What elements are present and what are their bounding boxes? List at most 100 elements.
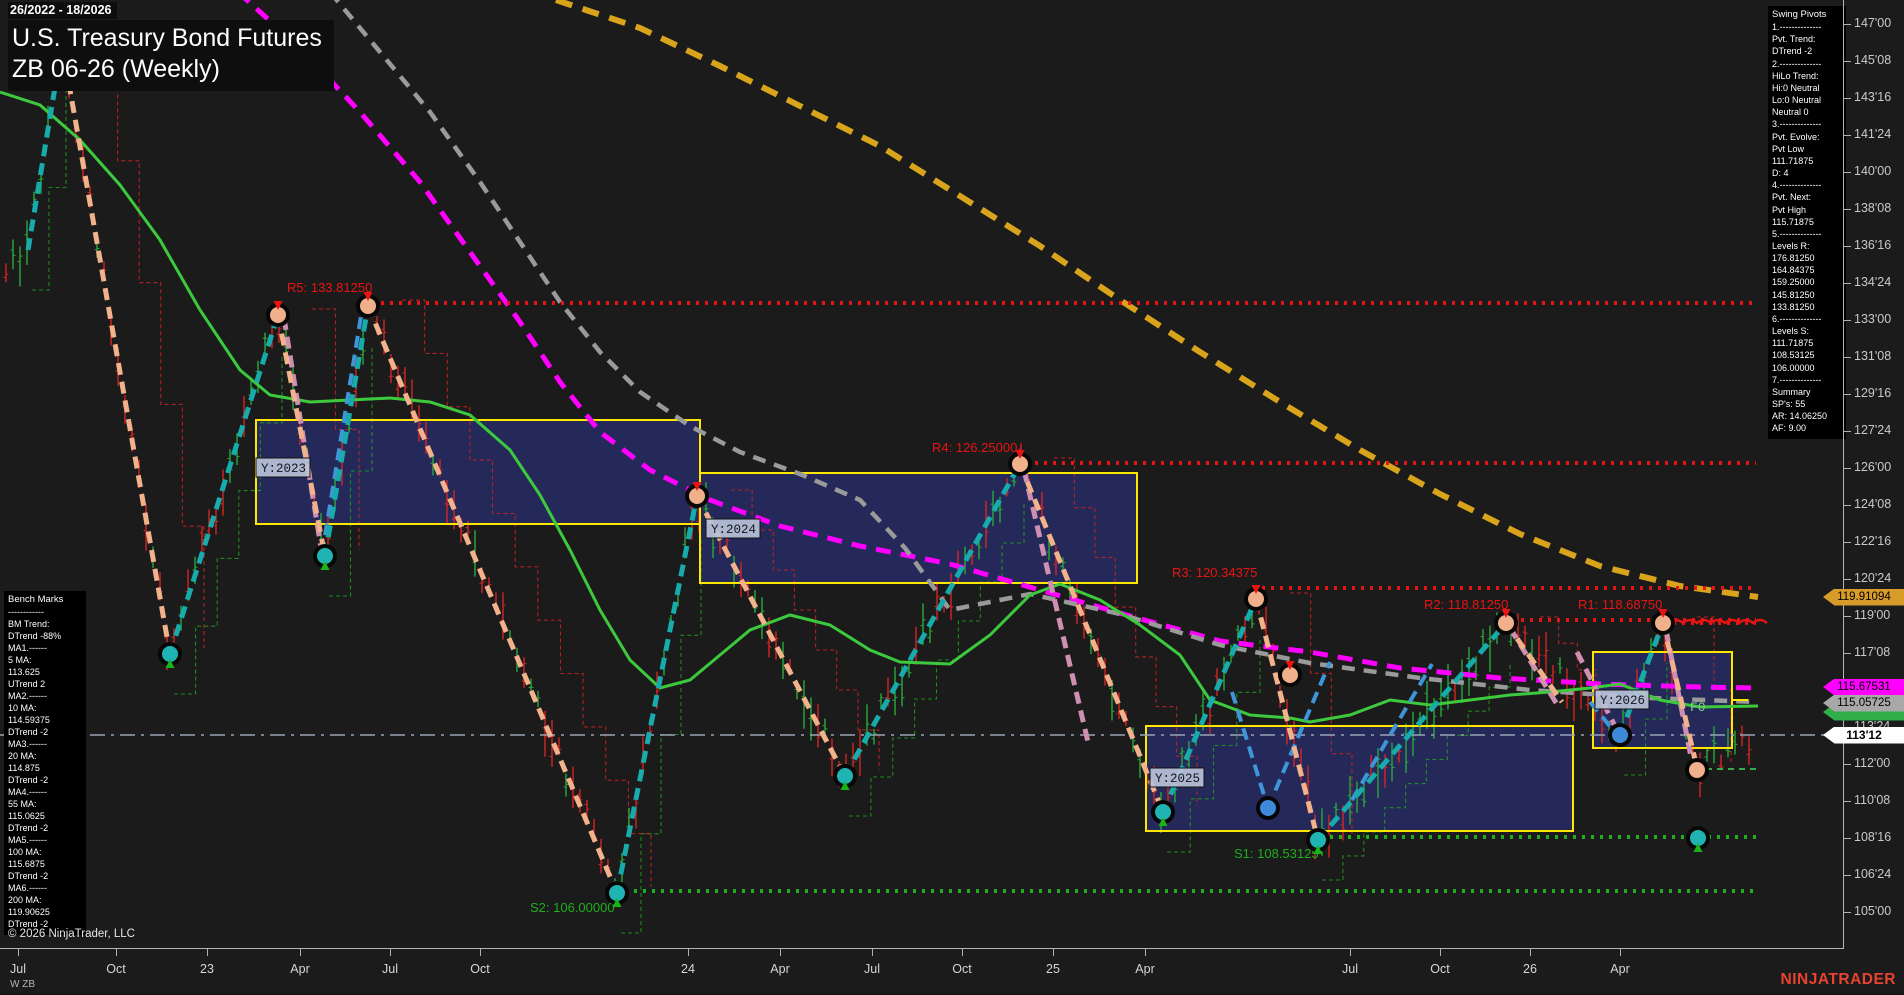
year-label: Y:2023 bbox=[261, 462, 306, 476]
price-axis-tick bbox=[1844, 246, 1851, 247]
chart-title-line1: U.S. Treasury Bond Futures bbox=[12, 23, 322, 54]
time-axis-tick bbox=[480, 949, 481, 956]
panel-line: 10 MA: bbox=[8, 702, 84, 714]
panel-line: Levels R: bbox=[1772, 240, 1844, 252]
price-marker-tag: 113'12 bbox=[1823, 727, 1904, 744]
panel-line: 3.-------------- bbox=[1772, 118, 1844, 130]
panel-line: Pvt. Trend: bbox=[1772, 33, 1844, 45]
panel-line: 111.71875 bbox=[1772, 155, 1844, 167]
price-axis-tick bbox=[1844, 209, 1851, 210]
price-axis-tick bbox=[1844, 912, 1851, 913]
chart-title-line2: ZB 06-26 (Weekly) bbox=[12, 54, 322, 85]
price-axis-label: 126'00 bbox=[1854, 460, 1891, 474]
price-axis-label: 112'00 bbox=[1854, 756, 1890, 770]
panel-line: 20 MA: bbox=[8, 750, 84, 762]
panel-line: Summary bbox=[1772, 386, 1844, 398]
bench-marks-title: Bench Marks bbox=[8, 594, 84, 606]
time-axis-tick bbox=[962, 949, 963, 956]
panel-line: 100 MA: bbox=[8, 846, 84, 858]
panel-line: ------------ bbox=[8, 606, 84, 618]
price-axis-tick bbox=[1844, 24, 1851, 25]
panel-line: 106.00000 bbox=[1772, 362, 1844, 374]
price-marker-tag: 119.91094 bbox=[1823, 589, 1904, 606]
price-axis-tick bbox=[1844, 172, 1851, 173]
price-axis-label: 106'24 bbox=[1854, 867, 1891, 881]
pivot-marker-low bbox=[833, 764, 857, 790]
level-label-S2: S2: 106.00000 bbox=[530, 900, 615, 915]
swing-pivots-panel: Swing Pivots 1.--------------Pvt. Trend:… bbox=[1768, 6, 1846, 439]
panel-line: MA3.------ bbox=[8, 738, 84, 750]
price-axis-label: 129'16 bbox=[1854, 386, 1891, 400]
time-axis-label: Apr bbox=[290, 962, 309, 976]
price-axis[interactable]: 147'00145'08143'16141'24140'00138'08136'… bbox=[1843, 0, 1904, 948]
panel-line: DTrend -2 bbox=[8, 822, 84, 834]
year-label: Y:2024 bbox=[711, 523, 756, 537]
panel-line: Pvt. Evolve: bbox=[1772, 131, 1844, 143]
time-axis-tick bbox=[1440, 949, 1441, 956]
price-axis-label: 136'16 bbox=[1854, 238, 1891, 252]
price-axis-tick bbox=[1844, 616, 1851, 617]
pivot-marker-low bbox=[313, 544, 337, 570]
panel-line: 7.-------------- bbox=[1772, 374, 1844, 386]
price-axis-label: 147'00 bbox=[1854, 16, 1891, 30]
pivot-marker-low bbox=[1686, 826, 1710, 852]
time-axis-label: Apr bbox=[1135, 962, 1154, 976]
panel-line: MA6.------ bbox=[8, 882, 84, 894]
panel-line: 176.81250 bbox=[1772, 252, 1844, 264]
panel-line: Lo:0 Neutral bbox=[1772, 94, 1844, 106]
price-axis-tick bbox=[1844, 838, 1851, 839]
panel-line: MA1.------ bbox=[8, 642, 84, 654]
zigzag-segment bbox=[62, 45, 170, 654]
time-axis-tick bbox=[300, 949, 301, 956]
price-axis-label: 124'08 bbox=[1854, 497, 1891, 511]
price-axis-tick bbox=[1844, 579, 1851, 580]
price-axis-label: 120'24 bbox=[1854, 571, 1891, 585]
time-axis-tick bbox=[688, 949, 689, 956]
time-axis-label: Jul bbox=[382, 962, 398, 976]
price-marker-tag: 115.67531 bbox=[1823, 679, 1904, 696]
panel-line: 145.81250 bbox=[1772, 289, 1844, 301]
price-axis-label: 134'24 bbox=[1854, 275, 1891, 289]
panel-line: 119.90625 bbox=[8, 906, 84, 918]
panel-line: Pvt. Next: bbox=[1772, 191, 1844, 203]
panel-line: DTrend -2 bbox=[8, 774, 84, 786]
panel-line: DTrend -2 bbox=[8, 726, 84, 738]
panel-line: 115.71875 bbox=[1772, 216, 1844, 228]
price-axis-tick bbox=[1844, 653, 1851, 654]
panel-line: 113.625 bbox=[8, 666, 84, 678]
time-axis[interactable]: JulOct23AprJulOct24AprJulOct25AprJulOct2… bbox=[0, 948, 1844, 995]
time-axis-tick bbox=[872, 949, 873, 956]
panel-line: 5 MA: bbox=[8, 654, 84, 666]
panel-line: 6.-------------- bbox=[1772, 313, 1844, 325]
time-axis-tick bbox=[18, 949, 19, 956]
panel-line: 108.53125 bbox=[1772, 349, 1844, 361]
panel-line: Pvt High bbox=[1772, 204, 1844, 216]
panel-line: 114.59375 bbox=[8, 714, 84, 726]
chart-canvas[interactable]: R5: 133.81250R4: 126.25000R3: 120.34375R… bbox=[0, 0, 1904, 948]
instrument-tab[interactable]: W ZB bbox=[10, 979, 35, 990]
price-axis-label: 122'16 bbox=[1854, 534, 1891, 548]
time-axis-label: 26 bbox=[1523, 962, 1537, 976]
panel-line: UTrend 2 bbox=[8, 678, 84, 690]
price-axis-tick bbox=[1844, 394, 1851, 395]
pivot-marker-high bbox=[1651, 609, 1675, 635]
ma-20-line bbox=[0, 92, 1758, 722]
panel-line: MA4.------ bbox=[8, 786, 84, 798]
price-axis-tick bbox=[1844, 61, 1851, 62]
time-axis-label: Oct bbox=[952, 962, 971, 976]
panel-line: 2.-------------- bbox=[1772, 58, 1844, 70]
time-axis-tick bbox=[780, 949, 781, 956]
panel-line: DTrend -2 bbox=[1772, 45, 1844, 57]
price-axis-label: 127'24 bbox=[1854, 423, 1891, 437]
level-label-S1: S1: 108.53125 bbox=[1234, 846, 1319, 861]
panel-line: 114.875 bbox=[8, 762, 84, 774]
swing-pivots-title: Swing Pivots bbox=[1772, 9, 1844, 21]
panel-line: 1.-------------- bbox=[1772, 21, 1844, 33]
price-axis-tick bbox=[1844, 801, 1851, 802]
time-axis-label: 25 bbox=[1046, 962, 1060, 976]
time-axis-tick bbox=[116, 949, 117, 956]
year-range-box bbox=[1146, 726, 1573, 831]
price-axis-label: 140'00 bbox=[1854, 164, 1891, 178]
price-axis-tick bbox=[1844, 283, 1851, 284]
panel-line: AR: 14.06250 bbox=[1772, 410, 1844, 422]
